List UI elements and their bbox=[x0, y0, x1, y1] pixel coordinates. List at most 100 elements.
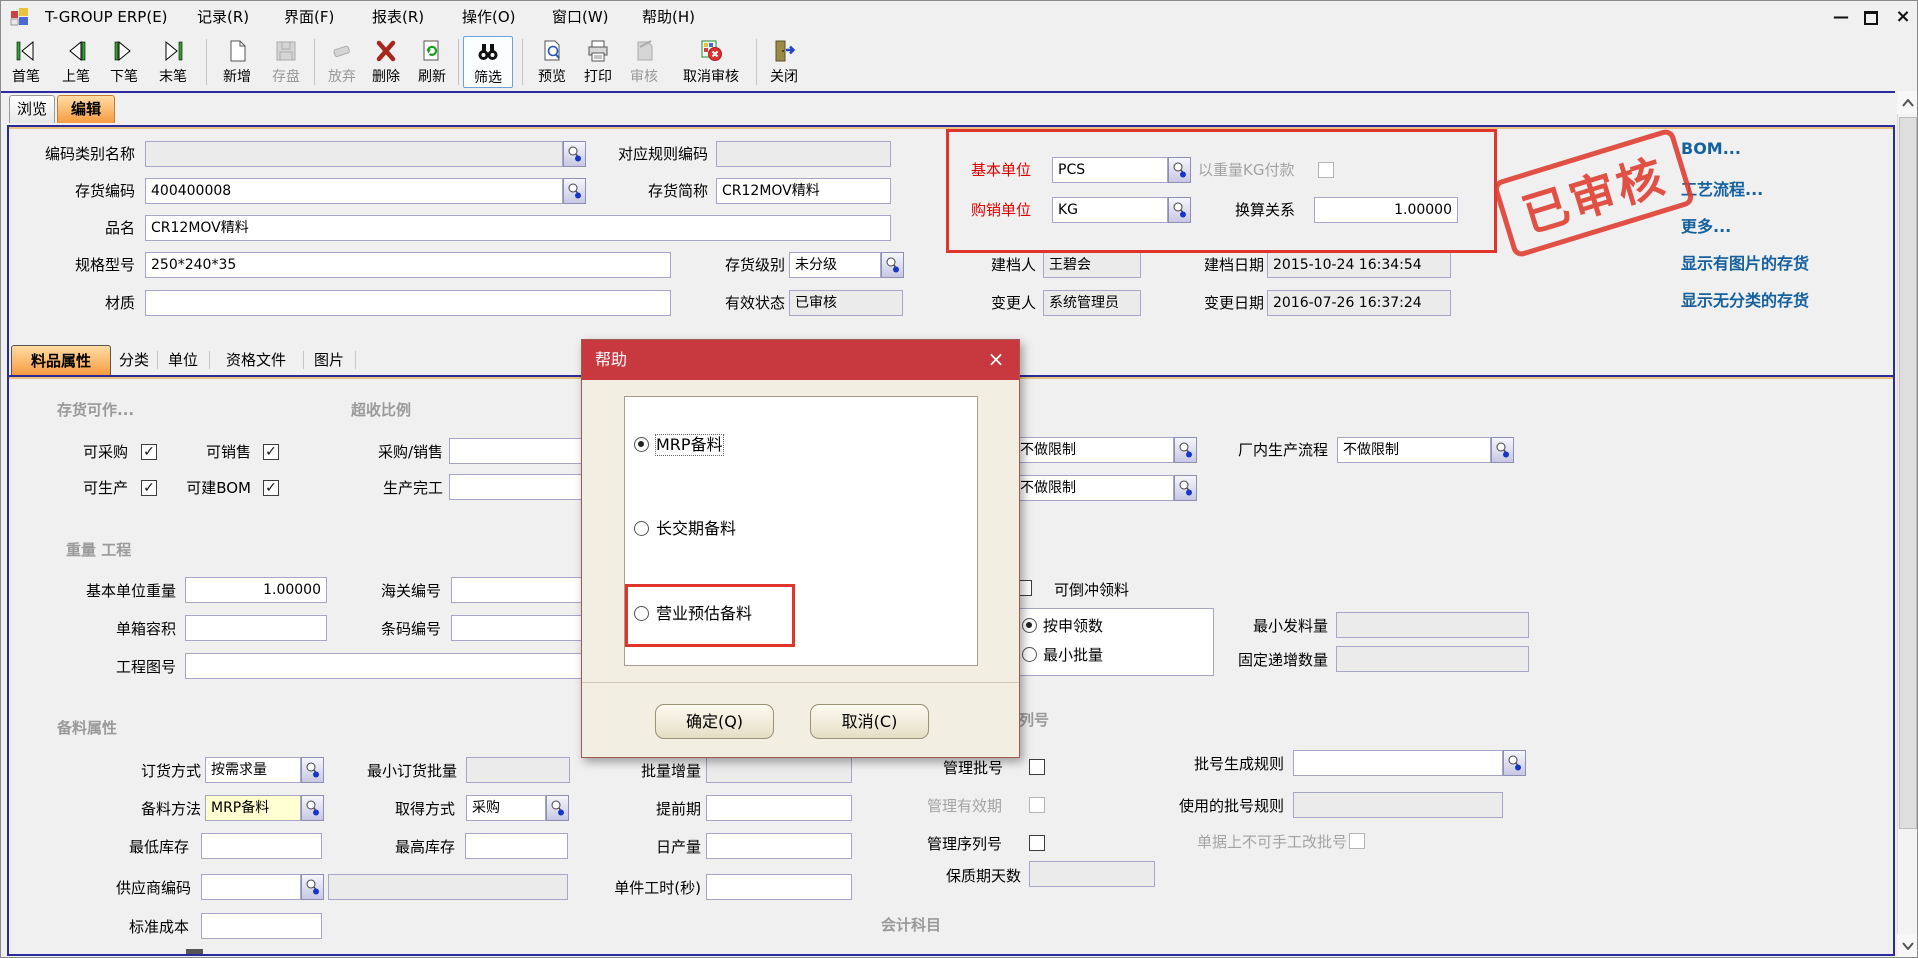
business-forecast-prep-option-label[interactable]: 营业预估备料 bbox=[656, 604, 752, 624]
restriction-field-1[interactable]: 不做限制 bbox=[1014, 437, 1174, 463]
toolbar-last-record[interactable]: 末笔 bbox=[149, 36, 197, 88]
subtab-pictures[interactable]: 图片 bbox=[307, 345, 351, 375]
lead-time-field[interactable] bbox=[706, 795, 852, 821]
long-lead-prep-radio[interactable] bbox=[634, 521, 649, 536]
conversion-field[interactable]: 1.00000 bbox=[1314, 197, 1458, 223]
restriction-field-2[interactable]: 不做限制 bbox=[1014, 475, 1174, 501]
box-volume-field[interactable] bbox=[185, 615, 327, 641]
toolbar-prev-record[interactable]: 上笔 bbox=[53, 36, 99, 88]
min-stock-field[interactable] bbox=[201, 833, 322, 859]
acquire-mode-lookup-button[interactable] bbox=[546, 795, 569, 821]
toolbar-delete[interactable]: 删除 bbox=[363, 36, 409, 88]
magnifier-icon bbox=[567, 145, 582, 163]
toolbar-next-record[interactable]: 下笔 bbox=[101, 36, 147, 88]
inventory-code-field[interactable]: 400400008 bbox=[145, 178, 563, 204]
scroll-up-button[interactable] bbox=[1897, 91, 1918, 114]
manage-serial-checkbox[interactable] bbox=[1029, 835, 1045, 851]
link-more[interactable]: 更多... bbox=[1681, 213, 1731, 237]
min-issue-field[interactable] bbox=[1336, 612, 1529, 638]
menu-operation[interactable]: 操作(O) bbox=[462, 6, 516, 28]
inventory-level-field[interactable]: 未分级 bbox=[789, 252, 881, 278]
subtab-units[interactable]: 单位 bbox=[161, 345, 205, 375]
subtab-item-attributes[interactable]: 料品属性 bbox=[11, 345, 111, 375]
base-unit-field[interactable]: PCS bbox=[1052, 157, 1168, 183]
batch-increment-field[interactable] bbox=[706, 757, 852, 783]
menu-help[interactable]: 帮助(H) bbox=[642, 6, 695, 28]
prep-method-field[interactable]: MRP备料 bbox=[205, 795, 301, 821]
scroll-down-button[interactable] bbox=[1897, 934, 1918, 957]
code-category-lookup-button[interactable] bbox=[563, 141, 586, 167]
purchasable-checkbox[interactable] bbox=[141, 444, 157, 460]
rule-code-field[interactable] bbox=[716, 141, 891, 167]
subtab-qualification-files[interactable]: 资格文件 bbox=[213, 345, 299, 375]
supplier-code-field[interactable] bbox=[201, 874, 301, 900]
menu-report[interactable]: 报表(R) bbox=[372, 6, 424, 28]
can-build-bom-checkbox[interactable] bbox=[263, 480, 279, 496]
window-restore-button[interactable] bbox=[1861, 7, 1881, 27]
batch-rule-lookup-button[interactable] bbox=[1503, 750, 1526, 776]
unit-work-time-field[interactable] bbox=[706, 874, 852, 900]
mrp-prep-option-label[interactable]: MRP备料 bbox=[656, 435, 723, 455]
producible-checkbox[interactable] bbox=[141, 480, 157, 496]
spec-model-field[interactable]: 250*240*35 bbox=[145, 252, 671, 278]
max-stock-field[interactable] bbox=[465, 833, 568, 859]
std-cost-field[interactable] bbox=[201, 913, 322, 939]
product-name-field[interactable]: CR12MOV精料 bbox=[145, 215, 891, 241]
link-bom[interactable]: BOM... bbox=[1681, 139, 1741, 158]
base-unit-weight-field[interactable]: 1.00000 bbox=[185, 577, 327, 603]
inventory-code-lookup-button[interactable] bbox=[563, 178, 586, 204]
menu-window[interactable]: 窗口(W) bbox=[552, 6, 609, 28]
min-batch-radio[interactable] bbox=[1022, 647, 1037, 662]
tab-browse[interactable]: 浏览 bbox=[9, 95, 55, 123]
manage-batch-checkbox[interactable] bbox=[1029, 759, 1045, 775]
batch-rule-field[interactable] bbox=[1293, 750, 1503, 776]
toolbar-first-record[interactable]: 首笔 bbox=[3, 36, 49, 88]
menu-tgroup-erp[interactable]: T-GROUP ERP(E) bbox=[45, 6, 168, 28]
material-field[interactable] bbox=[145, 290, 671, 316]
menu-record[interactable]: 记录(R) bbox=[197, 6, 249, 28]
shelf-days-field[interactable] bbox=[1029, 861, 1155, 887]
trade-unit-field[interactable]: KG bbox=[1052, 197, 1168, 223]
restriction-2-lookup-button[interactable] bbox=[1174, 475, 1197, 501]
daily-output-field[interactable] bbox=[706, 833, 852, 859]
by-request-radio[interactable] bbox=[1022, 618, 1037, 633]
order-mode-lookup-button[interactable] bbox=[301, 757, 324, 783]
subtab-classification[interactable]: 分类 bbox=[114, 345, 154, 375]
menu-interface[interactable]: 界面(F) bbox=[284, 6, 334, 28]
dialog-close-icon[interactable]: × bbox=[983, 346, 1009, 372]
factory-flow-field[interactable]: 不做限制 bbox=[1337, 437, 1491, 463]
window-minimize-button[interactable]: — bbox=[1831, 7, 1851, 27]
long-lead-prep-option-label[interactable]: 长交期备料 bbox=[656, 519, 736, 539]
toolbar-filter[interactable]: 筛选 bbox=[463, 36, 513, 88]
dialog-cancel-button[interactable]: 取消(C) bbox=[810, 704, 929, 739]
link-show-unclassified[interactable]: 显示无分类的存货 bbox=[1681, 287, 1809, 311]
toolbar-cancel-audit[interactable]: 取消审核 bbox=[669, 36, 753, 88]
supplier-code-lookup-button[interactable] bbox=[301, 874, 324, 900]
base-unit-lookup-button[interactable] bbox=[1168, 157, 1191, 183]
toolbar-close[interactable]: 关闭 bbox=[761, 36, 807, 88]
prep-method-lookup-button[interactable] bbox=[301, 795, 324, 821]
business-forecast-prep-radio[interactable] bbox=[634, 606, 649, 621]
sellable-checkbox[interactable] bbox=[263, 444, 279, 460]
window-close-button[interactable]: × bbox=[1893, 7, 1913, 27]
min-order-batch-field[interactable] bbox=[466, 757, 570, 783]
order-mode-field[interactable]: 按需求量 bbox=[205, 757, 301, 783]
mrp-prep-radio[interactable] bbox=[634, 437, 649, 452]
toolbar-print[interactable]: 打印 bbox=[575, 36, 621, 88]
acquire-mode-field[interactable]: 采购 bbox=[466, 795, 546, 821]
scrollbar-thumb[interactable] bbox=[1899, 117, 1917, 829]
help-dialog-titlebar[interactable]: 帮助 bbox=[582, 340, 1019, 380]
trade-unit-lookup-button[interactable] bbox=[1168, 197, 1191, 223]
tab-edit[interactable]: 编辑 bbox=[57, 95, 115, 123]
link-show-with-pictures[interactable]: 显示有图片的存货 bbox=[1681, 250, 1809, 274]
factory-flow-lookup-button[interactable] bbox=[1491, 437, 1514, 463]
inventory-level-lookup-button[interactable] bbox=[881, 252, 904, 278]
inventory-abbr-field[interactable]: CR12MOV精料 bbox=[716, 178, 891, 204]
toolbar-preview[interactable]: 预览 bbox=[529, 36, 575, 88]
restriction-1-lookup-button[interactable] bbox=[1174, 437, 1197, 463]
fixed-increment-field[interactable] bbox=[1336, 646, 1529, 672]
dialog-ok-button[interactable]: 确定(Q) bbox=[655, 704, 774, 739]
toolbar-new[interactable]: 新增 bbox=[213, 36, 261, 88]
toolbar-refresh[interactable]: 刷新 bbox=[409, 36, 455, 88]
code-category-field[interactable] bbox=[145, 141, 563, 167]
